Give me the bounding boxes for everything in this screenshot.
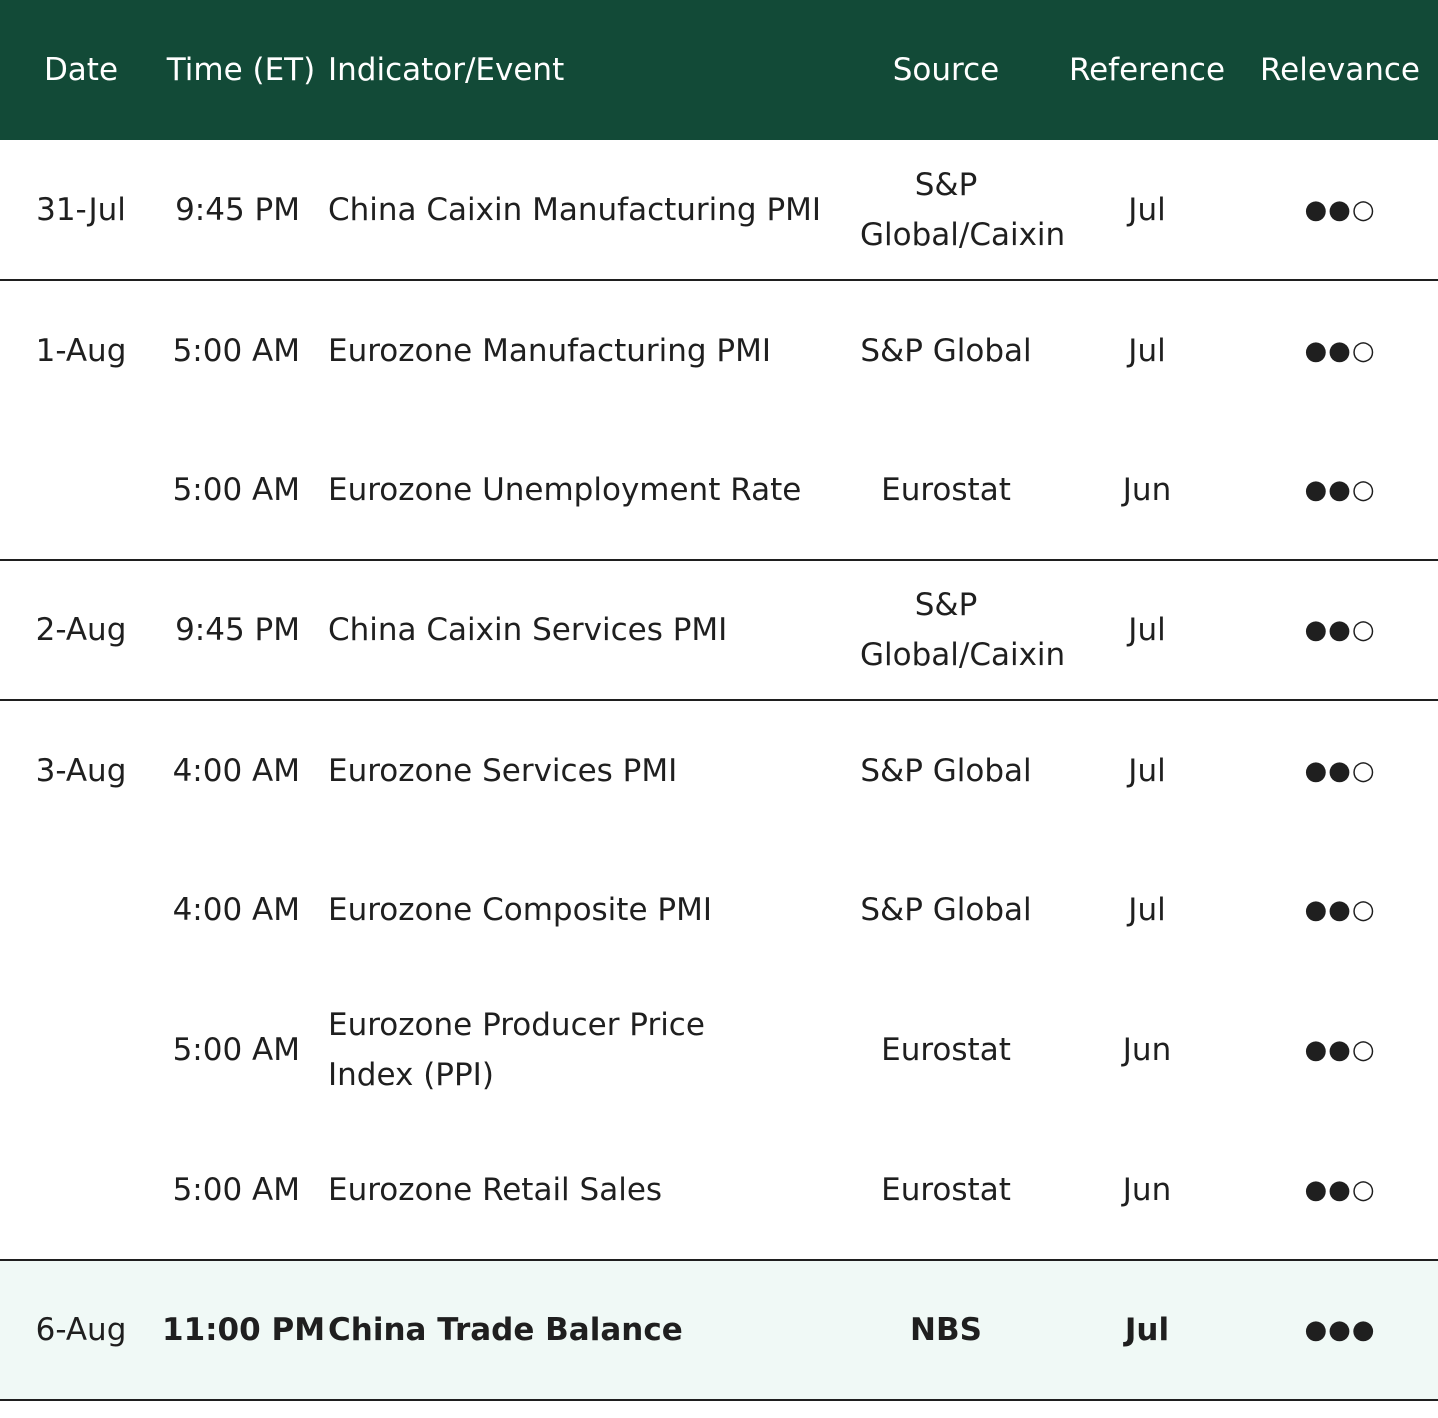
- cell-time: 5:00 AM: [162, 1120, 320, 1261]
- header-time: Time (ET): [166, 52, 316, 88]
- cell-relevance: ●●○: [1242, 560, 1438, 701]
- table-row: 5:00 AM Eurozone Retail Sales Eurostat J…: [0, 1120, 1438, 1261]
- cell-relevance: ●●○: [1304, 755, 1376, 786]
- table-row: 4:00 AM Eurozone Composite PMI S&P Globa…: [0, 840, 1438, 980]
- cell-source: Eurostat: [840, 420, 1052, 561]
- cell-date: [0, 420, 162, 561]
- cell-source: S&P Global: [860, 332, 1032, 369]
- cell-reference: Jun: [1122, 1032, 1172, 1068]
- table-row: 5:00 AM Eurozone Producer Price Index (P…: [0, 980, 1438, 1120]
- cell-time: 4:00 AM: [172, 892, 300, 928]
- cell-indicator: Eurozone Manufacturing PMI: [328, 332, 771, 369]
- cell-date: [0, 1120, 162, 1261]
- cell-source: S&P Global/Caixin: [840, 140, 1065, 281]
- cell-indicator: Eurozone Composite PMI: [328, 892, 712, 928]
- table-row-highlight: 6-Aug 11:00 PM China Trade Balance NBS J…: [0, 1260, 1438, 1401]
- cell-relevance: ●●○: [1304, 1035, 1376, 1065]
- header-source: Source: [892, 52, 1000, 88]
- cell-indicator: Eurozone Unemployment Rate: [320, 420, 840, 561]
- cell-reference: Jul: [1052, 1260, 1242, 1401]
- cell-date: 6-Aug: [0, 1260, 162, 1401]
- table-row: 5:00 AM Eurozone Unemployment Rate Euros…: [0, 420, 1438, 561]
- cell-date: 2-Aug: [0, 560, 162, 701]
- economic-calendar: Date Time (ET) Indicator/Event Source Re…: [0, 0, 1438, 1418]
- table-row: 31-Jul 9:45 PM China Caixin Manufacturin…: [0, 140, 1438, 281]
- cell-source: NBS: [840, 1260, 1052, 1401]
- calendar-table: Date Time (ET) Indicator/Event Source Re…: [0, 0, 1438, 1401]
- cell-reference: Jun: [1052, 420, 1242, 561]
- cell-indicator: China Trade Balance: [320, 1260, 840, 1401]
- cell-relevance: ●●○: [1242, 420, 1438, 561]
- cell-source: Eurostat: [840, 1120, 1052, 1261]
- cell-relevance: ●●●: [1242, 1260, 1438, 1401]
- cell-indicator: China Caixin Manufacturing PMI: [320, 140, 840, 281]
- cell-indicator: Eurozone Producer Price Index (PPI): [328, 1007, 705, 1093]
- cell-time: 5:00 AM: [162, 420, 320, 561]
- header-indicator: Indicator/Event: [328, 52, 565, 88]
- cell-date: [0, 980, 162, 1120]
- table-row: 3-Aug 4:00 AM Eurozone Services PMI S&P …: [0, 700, 1438, 840]
- cell-reference: Jul: [1052, 140, 1242, 281]
- cell-reference: Jul: [1052, 560, 1242, 701]
- cell-relevance: ●●○: [1304, 895, 1376, 925]
- cell-indicator: Eurozone Services PMI: [328, 752, 678, 789]
- cell-relevance: ●●○: [1242, 140, 1438, 281]
- header-reference: Reference: [1068, 52, 1226, 88]
- table-row: 1-Aug 5:00 AM Eurozone Manufacturing PMI…: [0, 280, 1438, 420]
- cell-relevance: ●●○: [1304, 335, 1376, 366]
- cell-source: S&P Global: [860, 752, 1032, 789]
- cell-relevance: ●●○: [1242, 1120, 1438, 1261]
- cell-time: 9:45 PM: [162, 140, 320, 281]
- cell-date: 31-Jul: [0, 140, 162, 281]
- cell-source: S&P Global: [860, 892, 1032, 928]
- header-date: Date: [43, 52, 119, 88]
- cell-time: 5:00 AM: [172, 332, 300, 369]
- cell-reference: Jul: [1128, 892, 1166, 928]
- cell-indicator: China Caixin Services PMI: [320, 560, 840, 701]
- cell-reference: Jul: [1128, 332, 1166, 369]
- cell-reference: Jul: [1128, 752, 1166, 789]
- header-relevance: Relevance: [1259, 52, 1420, 88]
- cell-time: 11:00 PM: [162, 1260, 325, 1401]
- table-row: 2-Aug 9:45 PM China Caixin Services PMI …: [0, 560, 1438, 701]
- cell-time: 5:00 AM: [172, 1032, 300, 1068]
- cell-time: 4:00 AM: [172, 752, 300, 789]
- cell-date: 1-Aug: [35, 332, 127, 369]
- cell-source: S&P Global/Caixin: [840, 560, 1065, 701]
- cell-reference: Jun: [1052, 1120, 1242, 1261]
- cell-time: 9:45 PM: [162, 560, 320, 701]
- cell-date: [0, 840, 162, 980]
- cell-indicator: Eurozone Retail Sales: [320, 1120, 840, 1261]
- cell-source: Eurostat: [881, 1032, 1011, 1068]
- table-header-row: Date Time (ET) Indicator/Event Source Re…: [0, 0, 1438, 140]
- cell-date: 3-Aug: [35, 752, 127, 789]
